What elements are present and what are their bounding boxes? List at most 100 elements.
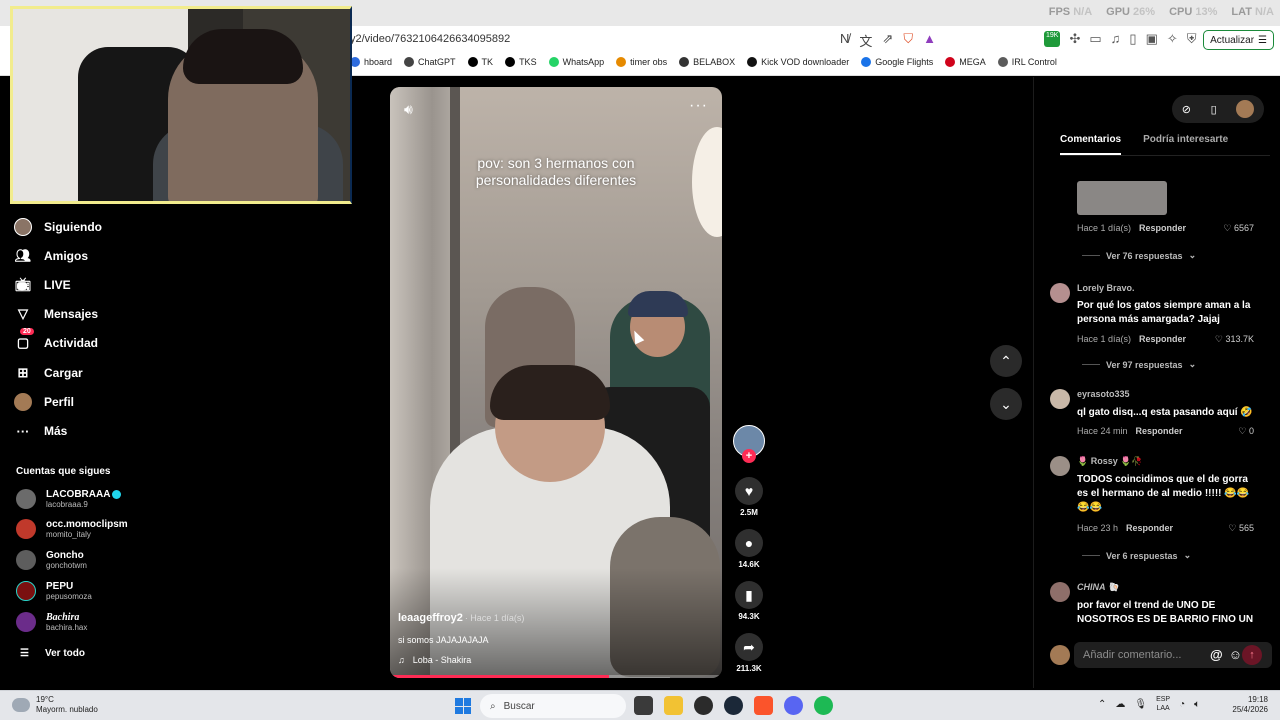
- phone-icon[interactable]: ▯: [1211, 103, 1217, 116]
- video-progress-bar[interactable]: [390, 675, 722, 678]
- sidebar-item-activity[interactable]: ▢ 20 Actividad: [14, 328, 98, 352]
- reply-button[interactable]: Responder: [1136, 426, 1183, 436]
- sidebar-item-live[interactable]: 📺︎ LIVE: [14, 276, 71, 294]
- previous-video-button[interactable]: ⌃: [990, 345, 1022, 377]
- view-replies-button[interactable]: Ver 97 respuestas ⌄: [1082, 359, 1196, 370]
- discord-icon[interactable]: [784, 696, 803, 715]
- comment-username[interactable]: eyrasoto335: [1077, 389, 1130, 399]
- spotify-icon[interactable]: [814, 696, 833, 715]
- emoji-icon[interactable]: ☺: [1229, 647, 1242, 662]
- view-replies-button[interactable]: Ver 6 respuestas ⌄: [1082, 550, 1191, 561]
- bookmark-icon[interactable]: ▮: [735, 581, 763, 609]
- bookmark-item[interactable]: TK: [467, 57, 493, 67]
- following-account[interactable]: PEPU pepusomoza: [16, 581, 92, 601]
- sidebar-item-more[interactable]: ··· Más: [14, 422, 68, 440]
- following-account[interactable]: Bachira bachira.hax: [16, 612, 87, 632]
- file-explorer-icon[interactable]: [664, 696, 683, 715]
- avatar[interactable]: [1050, 582, 1070, 602]
- bookmark-item[interactable]: ChatGPT: [404, 57, 456, 67]
- comment-like[interactable]: ♡ 313.7K: [1215, 334, 1254, 345]
- sidebar-toggle-icon[interactable]: ▭: [1089, 31, 1101, 47]
- follow-plus-icon[interactable]: +: [742, 449, 756, 463]
- following-account[interactable]: occ.momoclipsm momito_italy: [16, 519, 128, 539]
- windows-start-button[interactable]: [455, 698, 471, 714]
- brave-shield-icon[interactable]: ⛉: [903, 31, 913, 50]
- tab-comments[interactable]: Comentarios: [1060, 134, 1122, 155]
- bookmark-item[interactable]: MEGA: [945, 57, 986, 67]
- extension-icon[interactable]: 19K: [1044, 31, 1061, 47]
- next-video-button[interactable]: ⌄: [990, 388, 1022, 420]
- reply-button[interactable]: Responder: [1139, 223, 1186, 233]
- video-author[interactable]: leaageffroy2 · Hace 1 día(s): [398, 612, 524, 624]
- sidebar-item-upload[interactable]: ⊞ Cargar: [14, 364, 83, 382]
- bookmark-item[interactable]: WhatsApp: [548, 57, 604, 67]
- weather-widget[interactable]: 19°C Mayorm. nublado: [12, 695, 98, 715]
- volume-icon[interactable]: 🔈︎: [1194, 699, 1200, 710]
- see-all-link[interactable]: ☰ Ver todo: [20, 648, 85, 659]
- share-icon[interactable]: ⇗: [882, 31, 893, 50]
- save-action[interactable]: ▮ 94.3K: [730, 581, 768, 621]
- comment-like[interactable]: ♡ 6567: [1223, 223, 1254, 234]
- steam-icon[interactable]: [724, 696, 743, 715]
- sidebar-item-friends[interactable]: 👥︎ Amigos: [14, 247, 88, 265]
- music-icon[interactable]: ♫: [1111, 31, 1121, 47]
- bookmark-item[interactable]: IRL Control: [997, 57, 1057, 67]
- comment-like[interactable]: ♡ 565: [1228, 523, 1254, 534]
- user-avatar[interactable]: [1236, 100, 1255, 118]
- leo-icon[interactable]: ✧: [1167, 31, 1178, 47]
- reading-list-icon[interactable]: ▯: [1129, 31, 1136, 47]
- sidebar-item-following[interactable]: Siguiendo: [14, 218, 102, 236]
- video-music[interactable]: ♫ Loba - Shakira: [398, 655, 471, 665]
- comment-username[interactable]: 🌷 Rossy 🌷🥀: [1077, 456, 1143, 467]
- following-account[interactable]: LACOBRAAA lacobraaa.9: [16, 489, 122, 509]
- update-button[interactable]: Actualizar ☰: [1203, 30, 1274, 50]
- bookmark-item[interactable]: Google Flights: [861, 57, 933, 67]
- mention-icon[interactable]: @: [1210, 647, 1223, 662]
- video-player[interactable]: pov: son 3 hermanos con personalidades d…: [390, 87, 722, 678]
- volume-icon[interactable]: 🔊︎: [404, 101, 413, 118]
- language-indicator[interactable]: ESP LAA: [1156, 695, 1170, 713]
- send-button[interactable]: ↑: [1242, 645, 1262, 665]
- comment-username[interactable]: CHINA 🐚: [1077, 582, 1119, 593]
- bookmark-item[interactable]: hboard: [350, 57, 392, 67]
- compass-icon[interactable]: ⊘: [1182, 103, 1191, 116]
- network-app-icon[interactable]: ☁: [1115, 699, 1125, 710]
- brave-rewards-icon[interactable]: ▲: [923, 31, 936, 50]
- more-options-icon[interactable]: ···: [689, 97, 708, 115]
- comment-image[interactable]: [1077, 181, 1167, 215]
- heart-icon[interactable]: ♥: [735, 477, 763, 505]
- brave-icon[interactable]: [754, 696, 773, 715]
- bookmark-item[interactable]: BELABOX: [679, 57, 735, 67]
- bookmark-item[interactable]: Kick VOD downloader: [747, 57, 849, 67]
- wallet-icon[interactable]: ▣: [1146, 31, 1158, 47]
- share-arrow-icon[interactable]: ➦: [735, 633, 763, 661]
- sidebar-item-profile[interactable]: Perfil: [14, 393, 74, 411]
- bookmark-item[interactable]: TKS: [505, 57, 537, 67]
- bookmark-item[interactable]: timer obs: [616, 57, 667, 67]
- task-view-icon[interactable]: [634, 696, 653, 715]
- comment-action[interactable]: ● 14.6K: [730, 529, 768, 569]
- address-bar[interactable]: y2/video/7632106426634095892: [350, 33, 510, 45]
- obs-icon[interactable]: [694, 696, 713, 715]
- reply-button[interactable]: Responder: [1139, 334, 1186, 344]
- like-action[interactable]: ♥ 2.5M: [730, 477, 768, 517]
- comment-like[interactable]: ♡ 0: [1238, 426, 1254, 437]
- following-account[interactable]: Goncho gonchotwm: [16, 550, 87, 570]
- reader-mode-icon[interactable]: N̸: [840, 31, 849, 50]
- comment-username[interactable]: Lorely Bravo.: [1077, 283, 1135, 293]
- tab-suggested[interactable]: Podría interesarte: [1143, 134, 1228, 155]
- avatar[interactable]: [1050, 283, 1070, 303]
- avatar[interactable]: [1050, 456, 1070, 476]
- wifi-icon[interactable]: ◔: [1179, 699, 1185, 710]
- comment-icon[interactable]: ●: [735, 529, 763, 557]
- reply-button[interactable]: Responder: [1126, 523, 1173, 533]
- translate-icon[interactable]: 文: [859, 31, 872, 50]
- share-action[interactable]: ➦ 211.3K: [730, 633, 768, 673]
- taskbar-clock[interactable]: 19:18 25/4/2026: [1232, 695, 1268, 715]
- vpn-icon[interactable]: ⛨: [1187, 31, 1197, 47]
- sidebar-item-messages[interactable]: ▽ Mensajes: [14, 305, 98, 323]
- puzzle-icon[interactable]: ✣: [1069, 31, 1080, 47]
- microphone-icon[interactable]: 🎙︎: [1134, 699, 1147, 710]
- view-replies-button[interactable]: Ver 76 respuestas ⌄: [1082, 250, 1196, 261]
- chevron-up-icon[interactable]: ⌃: [1098, 699, 1106, 710]
